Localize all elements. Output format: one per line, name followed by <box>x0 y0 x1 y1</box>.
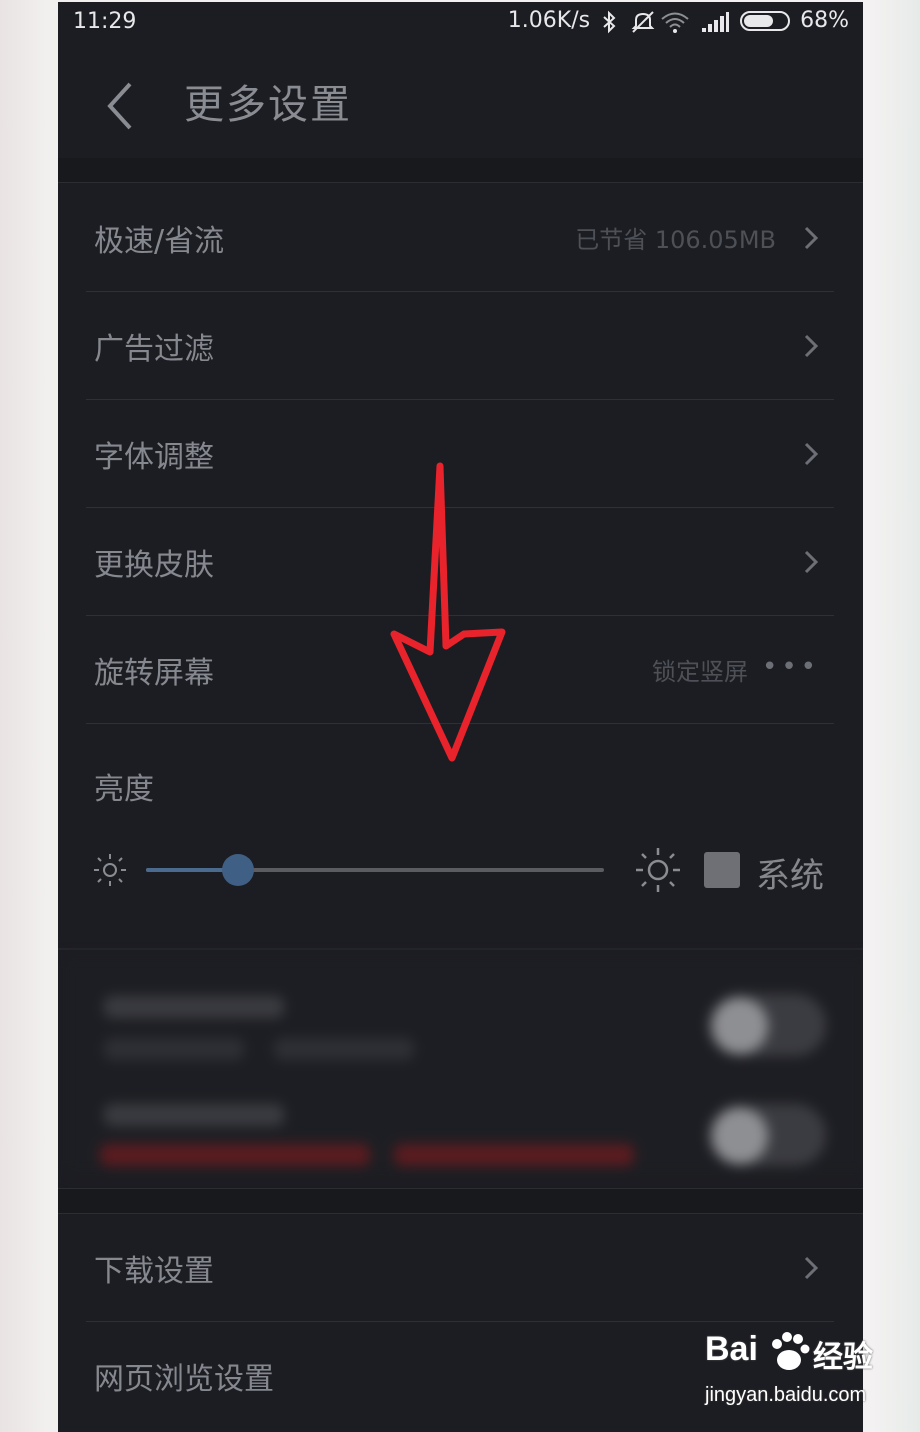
system-brightness-checkbox[interactable] <box>704 852 740 888</box>
status-bar: 11:29 1.06K/s 68% <box>58 2 863 46</box>
setting-label: 网页浏览设置 <box>94 1362 274 1397</box>
paw-icon <box>772 1332 810 1370</box>
app-header: 更多设置 <box>58 46 863 158</box>
battery-icon <box>740 10 791 31</box>
baidu-jingyan-watermark: Bai 经验 jingyan.baidu.com <box>705 1330 875 1420</box>
setting-row-ad-filter[interactable]: 广告过滤 <box>86 292 834 400</box>
setting-value: 锁定竖屏 <box>652 658 748 686</box>
setting-label: 字体调整 <box>94 440 214 475</box>
phone-screen: 11:29 1.06K/s 68% 更多设置 极速/省流 已节省 106.05M… <box>58 2 863 1432</box>
section-divider <box>58 158 863 183</box>
setting-row-download[interactable]: 下载设置 <box>86 1214 834 1322</box>
chevron-right-icon <box>804 334 819 358</box>
network-speed: 1.06K/s <box>507 8 591 33</box>
brightness-low-icon <box>94 854 126 886</box>
brightness-control: 系统 <box>88 842 848 902</box>
status-time: 11:29 <box>73 9 137 34</box>
section-divider <box>58 948 863 950</box>
setting-row-speed-saver[interactable]: 极速/省流 已节省 106.05MB <box>86 184 834 292</box>
wifi-icon <box>660 10 690 33</box>
setting-label: 旋转屏幕 <box>94 656 214 691</box>
watermark-url: jingyan.baidu.com <box>705 1384 867 1406</box>
chevron-right-icon <box>804 1256 819 1280</box>
status-right: 1.06K/s 68% <box>508 8 849 33</box>
toggle-switch[interactable] <box>708 1104 826 1166</box>
blurred-settings-region <box>64 956 863 1174</box>
setting-label: 下载设置 <box>94 1254 214 1289</box>
watermark-brand-left: Bai <box>705 1330 758 1368</box>
setting-value: 已节省 106.05MB <box>575 226 776 254</box>
mute-icon <box>630 10 655 33</box>
page-title: 更多设置 <box>184 82 352 128</box>
watermark-brand-right: 经验 <box>813 1340 873 1375</box>
back-button[interactable] <box>100 74 150 134</box>
signal-icon <box>700 10 730 32</box>
setting-label: 更换皮肤 <box>94 548 214 583</box>
brightness-high-icon <box>636 848 680 892</box>
more-icon: ••• <box>761 652 820 682</box>
battery-percent: 68% <box>800 8 849 33</box>
chevron-right-icon <box>804 442 819 466</box>
red-arrow-annotation <box>390 462 506 762</box>
chevron-left-icon <box>107 82 132 130</box>
bluetooth-icon <box>600 10 620 33</box>
setting-label: 广告过滤 <box>94 332 214 367</box>
brightness-slider-thumb[interactable] <box>222 854 254 886</box>
toggle-switch[interactable] <box>708 994 826 1056</box>
chevron-right-icon <box>804 550 819 574</box>
section-divider <box>58 1188 863 1214</box>
brightness-label: 亮度 <box>94 772 154 807</box>
chevron-right-icon <box>804 226 819 250</box>
setting-label: 极速/省流 <box>94 224 225 259</box>
system-brightness-label: 系统 <box>756 856 824 896</box>
